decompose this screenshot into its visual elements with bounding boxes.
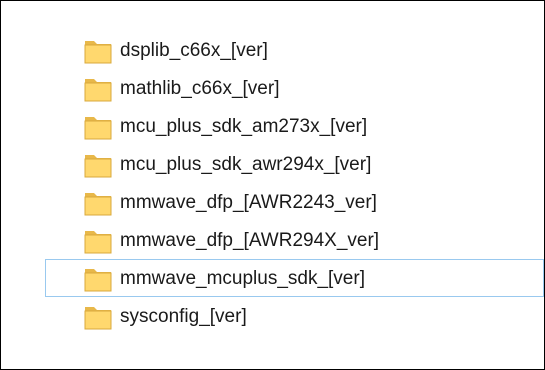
- folder-name: mmwave_mcuplus_sdk_[ver]: [120, 268, 365, 289]
- folder-item-sysconfig[interactable]: sysconfig_[ver]: [45, 297, 544, 335]
- folder-item-mcu-plus-sdk-awr294x[interactable]: mcu_plus_sdk_awr294x_[ver]: [45, 145, 544, 183]
- folder-icon: [84, 266, 112, 292]
- folder-name: mcu_plus_sdk_am273x_[ver]: [120, 116, 368, 137]
- folder-icon: [84, 152, 112, 178]
- folder-icon: [84, 76, 112, 102]
- folder-name: mmwave_dfp_[AWR2243_ver]: [120, 192, 377, 213]
- folder-name: mcu_plus_sdk_awr294x_[ver]: [120, 154, 372, 175]
- folder-name: mathlib_c66x_[ver]: [120, 78, 280, 99]
- folder-icon: [84, 114, 112, 140]
- folder-name: sysconfig_[ver]: [120, 306, 247, 327]
- folder-item-mathlib[interactable]: mathlib_c66x_[ver]: [45, 69, 544, 107]
- folder-list: dsplib_c66x_[ver] mathlib_c66x_[ver] mcu…: [45, 31, 544, 335]
- folder-icon: [84, 304, 112, 330]
- folder-name: mmwave_dfp_[AWR294X_ver]: [120, 230, 380, 251]
- folder-item-mmwave-mcuplus-sdk[interactable]: mmwave_mcuplus_sdk_[ver]: [45, 259, 544, 297]
- folder-icon: [84, 190, 112, 216]
- folder-item-mmwave-dfp-awr2243[interactable]: mmwave_dfp_[AWR2243_ver]: [45, 183, 544, 221]
- folder-name: dsplib_c66x_[ver]: [120, 40, 268, 61]
- folder-icon: [84, 228, 112, 254]
- folder-item-mmwave-dfp-awr294x[interactable]: mmwave_dfp_[AWR294X_ver]: [45, 221, 544, 259]
- folder-icon: [84, 38, 112, 64]
- folder-item-dsplib[interactable]: dsplib_c66x_[ver]: [45, 31, 544, 69]
- explorer-window: dsplib_c66x_[ver] mathlib_c66x_[ver] mcu…: [0, 0, 545, 370]
- folder-item-mcu-plus-sdk-am273x[interactable]: mcu_plus_sdk_am273x_[ver]: [45, 107, 544, 145]
